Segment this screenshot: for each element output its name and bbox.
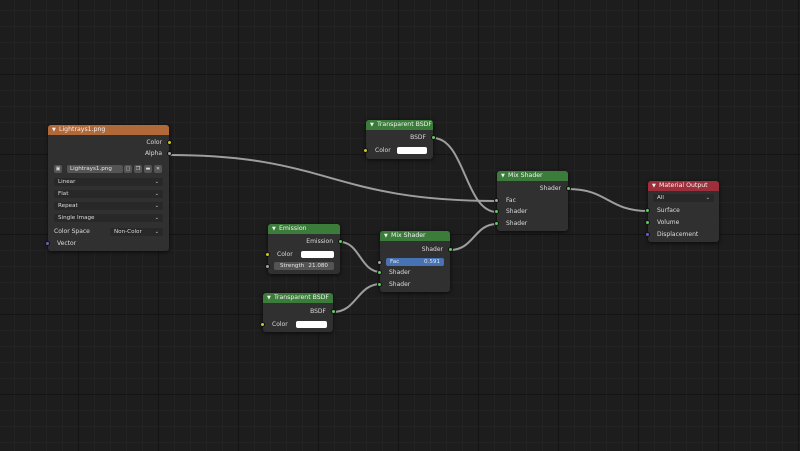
node-title: Material Output	[659, 182, 708, 189]
emission-node[interactable]: ▼ Emission Emission Color Strength 21.080	[265, 224, 343, 274]
node-header[interactable]: ▼ Mix Shader	[380, 231, 450, 241]
bsdf-output-row: BSDF	[263, 307, 336, 317]
shader-output-socket[interactable]	[566, 186, 571, 191]
alpha-output-socket[interactable]	[167, 151, 172, 156]
bsdf-output-socket[interactable]	[331, 309, 336, 314]
mix-shader-node-small[interactable]: ▼ Mix Shader Shader Fac 0.591 Shader Shad…	[377, 231, 453, 292]
collapse-triangle-icon[interactable]: ▼	[384, 231, 391, 241]
color-swatch[interactable]	[296, 321, 327, 328]
shader-input-socket[interactable]	[494, 221, 499, 226]
collapse-triangle-icon[interactable]: ▼	[501, 171, 508, 181]
shader-input-socket[interactable]	[377, 270, 382, 275]
node-title: Emission	[279, 225, 307, 232]
fac-input-socket[interactable]	[377, 260, 382, 265]
emission-output-socket[interactable]	[338, 239, 343, 244]
node-title: Mix Shader	[508, 172, 543, 179]
node-header[interactable]: ▼ Transparent BSDF	[263, 293, 333, 303]
node-title: Transparent BSDF	[377, 121, 432, 128]
mix-shader-node[interactable]: ▼ Mix Shader Shader Fac Shader Shader	[494, 171, 571, 231]
vector-input-row: Vector	[45, 239, 169, 249]
fac-input-socket[interactable]	[494, 198, 499, 203]
link-mixsmall-to-mix[interactable]	[449, 223, 498, 251]
volume-input-row: Volume	[645, 218, 719, 228]
image-browse-icon[interactable]: ▣	[54, 165, 62, 173]
strength-input-socket[interactable]	[265, 264, 270, 269]
target-dropdown[interactable]: All ⌄	[653, 194, 714, 202]
strength-field[interactable]: Strength 21.080	[274, 262, 334, 270]
link-alpha-to-fac[interactable]	[168, 154, 498, 202]
color-output-socket[interactable]	[167, 140, 172, 145]
image-texture-node[interactable]: ▼ Lightrays1.png Color Alpha ▣ Lightrays1…	[45, 125, 172, 251]
transparent-bsdf-node-top[interactable]: ▼ Transparent BSDF BSDF Color	[363, 120, 436, 159]
link-mix-to-output[interactable]	[567, 188, 649, 212]
chevron-down-icon: ⌄	[154, 179, 159, 185]
unlink-icon[interactable]: ✕	[154, 165, 162, 173]
fac-input-row: Fac	[494, 196, 568, 206]
shader-input-socket[interactable]	[377, 282, 382, 287]
transparent-bsdf-node-bottom[interactable]: ▼ Transparent BSDF BSDF Color	[260, 293, 336, 332]
chevron-down-icon: ⌄	[154, 215, 159, 221]
node-title: Lightrays1.png	[59, 126, 106, 133]
collapse-triangle-icon[interactable]: ▼	[272, 224, 279, 234]
chevron-down-icon: ⌄	[705, 195, 710, 201]
link-transparent2-to-mixsmall[interactable]	[332, 283, 382, 313]
node-header[interactable]: ▼ Lightrays1.png	[48, 125, 169, 135]
source-dropdown[interactable]: Single Image ⌄	[54, 214, 163, 222]
shader-input-row-1: Shader	[377, 268, 450, 278]
color-swatch[interactable]	[397, 147, 427, 154]
chevron-down-icon: ⌄	[154, 229, 159, 235]
node-title: Transparent BSDF	[274, 294, 329, 301]
node-header[interactable]: ▼ Material Output	[648, 181, 719, 191]
chevron-down-icon: ⌄	[154, 191, 159, 197]
interpolation-dropdown[interactable]: Linear ⌄	[54, 178, 163, 186]
color-swatch[interactable]	[301, 251, 334, 258]
chevron-down-icon: ⌄	[154, 203, 159, 209]
material-output-node[interactable]: ▼ Material Output All ⌄ Surface Volume Dis…	[645, 181, 719, 242]
output-color-row: Color	[48, 138, 172, 148]
shader-input-row-1: Shader	[494, 207, 568, 217]
fac-slider[interactable]: Fac 0.591	[386, 258, 444, 266]
shader-output-row: Shader	[380, 245, 453, 255]
collapse-triangle-icon[interactable]: ▼	[52, 125, 59, 135]
new-image-icon[interactable]: ❐	[134, 165, 142, 173]
node-header[interactable]: ▼ Transparent BSDF	[366, 120, 433, 130]
emission-output-row: Emission	[268, 237, 343, 247]
bsdf-output-socket[interactable]	[431, 135, 436, 140]
extension-dropdown[interactable]: Repeat ⌄	[54, 202, 163, 210]
shader-input-row-2: Shader	[377, 280, 450, 290]
color-input-socket[interactable]	[265, 252, 270, 257]
node-title: Mix Shader	[391, 232, 426, 239]
color-input-socket[interactable]	[260, 322, 265, 327]
surface-input-socket[interactable]	[645, 208, 650, 213]
volume-input-socket[interactable]	[645, 220, 650, 225]
shader-output-socket[interactable]	[448, 247, 453, 252]
vector-input-socket[interactable]	[45, 241, 50, 246]
fake-user-icon[interactable]: ▢	[124, 165, 132, 173]
collapse-triangle-icon[interactable]: ▼	[652, 181, 659, 191]
node-header[interactable]: ▼ Mix Shader	[497, 171, 568, 181]
color-space-dropdown[interactable]: Non-Color ⌄	[110, 228, 163, 236]
projection-dropdown[interactable]: Flat ⌄	[54, 190, 163, 198]
shader-output-row: Shader	[497, 184, 571, 194]
color-input-socket[interactable]	[363, 148, 368, 153]
surface-input-row: Surface	[645, 206, 719, 216]
collapse-triangle-icon[interactable]: ▼	[370, 120, 377, 130]
link-emission-to-mixsmall[interactable]	[339, 241, 382, 273]
image-name-field[interactable]: Lightrays1.png	[67, 165, 123, 173]
displacement-input-socket[interactable]	[645, 232, 650, 237]
collapse-triangle-icon[interactable]: ▼	[267, 293, 274, 303]
bsdf-output-row: BSDF	[366, 133, 436, 143]
shader-input-row-2: Shader	[494, 219, 568, 229]
shader-input-socket[interactable]	[494, 209, 499, 214]
output-alpha-row: Alpha	[48, 149, 172, 159]
node-header[interactable]: ▼ Emission	[268, 224, 340, 234]
open-folder-icon[interactable]: ▬	[144, 165, 152, 173]
displacement-input-row: Displacement	[645, 230, 719, 240]
